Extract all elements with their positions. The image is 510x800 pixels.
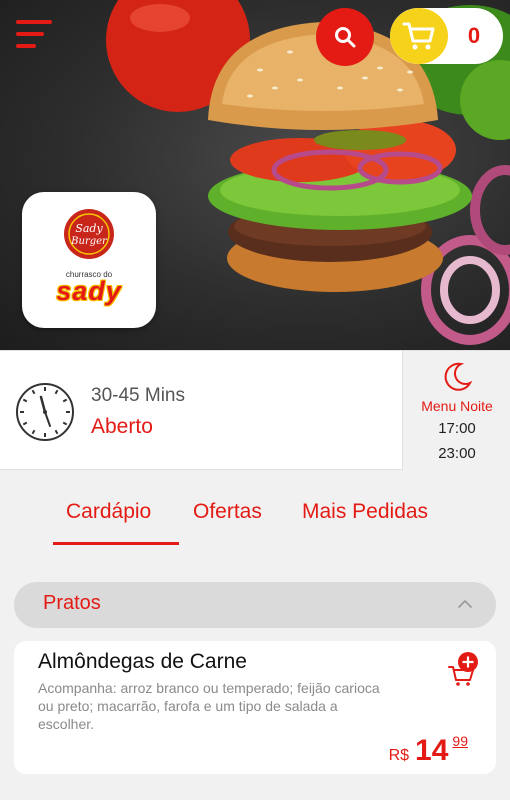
store-info: 30-45 Mins Aberto Menu Noite 17:00 23:00 [0,350,510,470]
product-description: Acompanha: arroz branco ou temperado; fe… [38,680,380,732]
price-currency: R$ [388,747,410,764]
svg-text:Burger: Burger [70,236,108,247]
svg-text:Sady: Sady [75,222,103,235]
category-header-pratos[interactable]: Pratos [14,582,496,628]
store-logo: Sady Burger churrasco do sady [22,192,156,328]
product-price: R$ 14 99 [389,733,468,768]
cart-count: 0 [467,23,481,48]
store-status: Aberto [91,415,153,438]
menu-period-title: Menu Noite [421,398,493,414]
moon-icon [444,362,473,391]
hero-banner: 0 Sady Burger churrasco do sady [0,0,510,350]
tab-ofertas[interactable]: Ofertas [193,500,262,524]
chevron-up-icon [458,600,472,608]
add-to-cart-icon[interactable] [446,651,482,687]
opening-hours: Menu Noite 17:00 23:00 [402,351,510,470]
active-tab-indicator [53,542,179,545]
search-button[interactable] [316,8,374,66]
sady-burger-logo: Sady Burger [64,209,114,259]
cart-button[interactable]: 0 [390,8,503,64]
cart-icon-wrap [390,8,448,64]
tab-mais-pedidas[interactable]: Mais Pedidas [302,500,428,524]
clock-icon [16,383,74,441]
logo-name: sady [56,276,122,306]
category-label: Pratos [43,592,101,614]
cart-icon [402,22,435,50]
price-integer: 14 [415,734,449,767]
hamburger-menu-icon[interactable] [16,18,54,52]
menu-tabs: Cardápio Ofertas Mais Pedidas [0,470,510,550]
opening-time: 17:00 [438,420,476,437]
delivery-time: 30-45 Mins [91,385,185,406]
product-card[interactable]: Almôndegas de Carne Acompanha: arroz bra… [14,641,496,774]
price-cents: 99 [452,733,468,749]
tab-cardapio[interactable]: Cardápio [66,500,151,524]
product-name: Almôndegas de Carne [38,650,247,673]
closing-time: 23:00 [438,445,476,462]
search-icon [335,27,356,48]
